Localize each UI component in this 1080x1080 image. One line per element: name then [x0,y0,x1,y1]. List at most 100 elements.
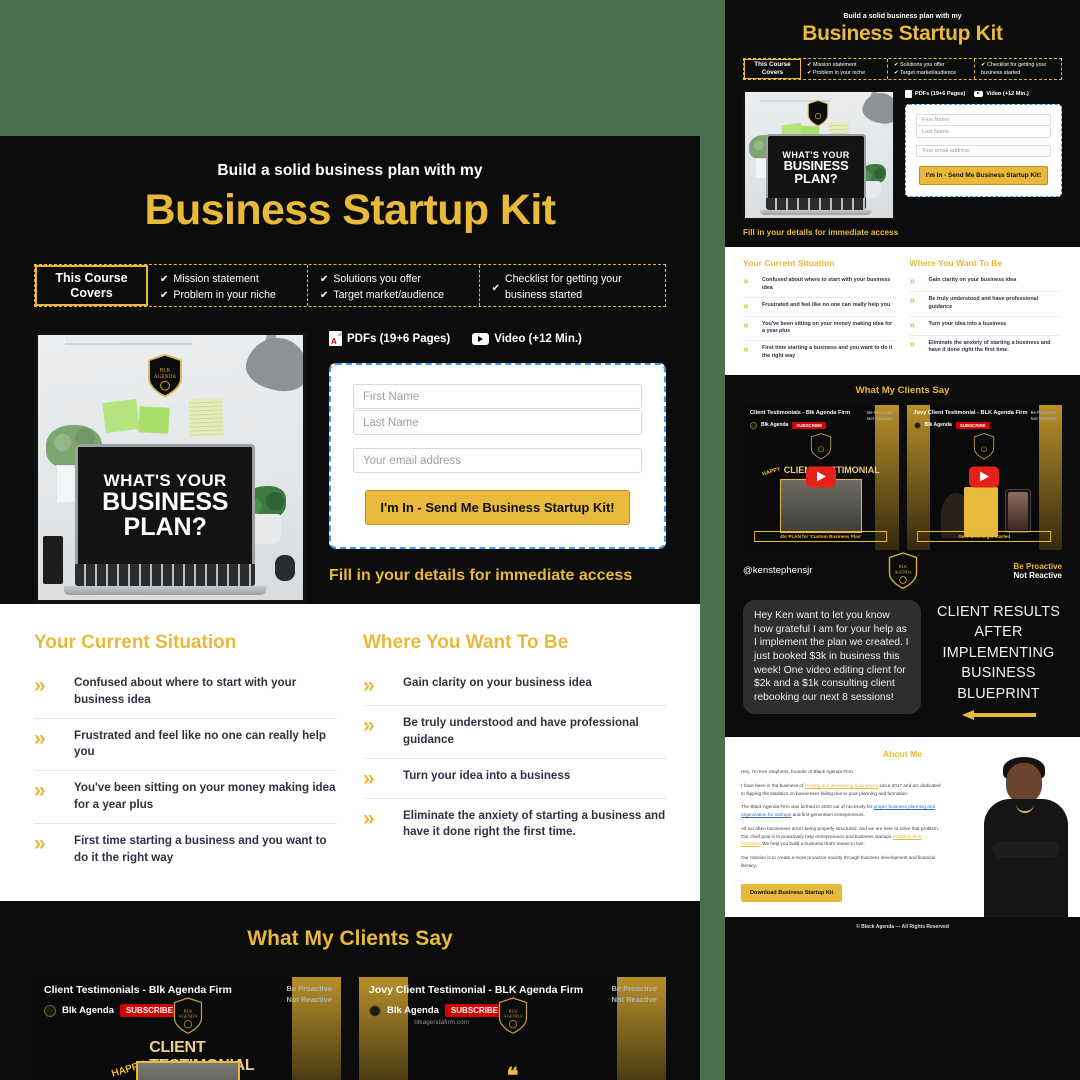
sm-covers-item: ✔ Mission statement [807,61,857,68]
social-row: @kenstephensjr BLK AGENDA Be Proactive N… [725,550,1080,590]
first-name-input[interactable] [353,384,642,409]
poster-canvas: Build a solid business plan with my Busi… [0,0,1080,1080]
video-badge: Video (+12 Min.) [472,332,582,345]
sm-signup-column: PDFs (19+6 Pages) Video (+12 Min.) First… [905,90,1062,220]
covers-label-line1: This Course [55,270,128,285]
sm-covers-label-line2: Covers [761,69,784,76]
sm-last-name-input[interactable]: Last Name [916,126,1051,138]
landing-page-large-preview: Build a solid business plan with my Busi… [0,136,700,1080]
laptop-keyboard [75,563,256,586]
about-p2-link[interactable]: forming and developing businesses [805,783,879,788]
sm-pdf-badge: PDFs (19+6 Pages) [905,90,965,98]
chevron-double-right-icon: » [34,779,46,803]
covers-item: business started [505,289,583,301]
list-item-text: Gain clarity on your business idea [928,277,1017,283]
sm-video-badge-label: Video (+12 Min.) [986,91,1029,97]
list-item: » Eliminate the anxiety of starting a bus… [910,336,1063,360]
video-motto: Be Proactive Not Reactive [287,984,332,1004]
subscribe-button[interactable]: SUBSCRIBE [119,1004,180,1018]
list-item-text: Frustrated and feel like no one can real… [762,301,891,308]
about-paragraph-4: All too often businesses aren't being pr… [741,825,941,848]
list-item-text: Gain clarity on your business idea [403,676,592,689]
covers-column-2: ✔ Solutions you offer ✔ Target market/audi… [308,265,480,306]
sm-covers-column-1: ✔ Mission statement ✔ Problem in your ni… [801,59,888,79]
channel-name: Blk Agenda [761,422,789,429]
last-name-input[interactable] [353,410,642,435]
screen-line-3: PLAN? [123,512,207,541]
sm-covers-item: ✔ Target market/audience [894,70,957,76]
results-headline-block: CLIENT RESULTS AFTER IMPLEMENTING BUSINE… [935,600,1062,721]
email-input[interactable] [353,448,642,473]
list-item-text: Turn your idea into a business [928,320,1007,327]
sm-covers-item: ✔ Checklist for getting your [981,61,1047,68]
sm-email-input[interactable]: Your email address [916,145,1051,157]
sm-laptop-photo: WHAT'S YOUR BUSINESS PLAN? [743,90,895,220]
sm-submit-button[interactable]: I'm In - Send Me Business Startup Kit! [918,166,1049,185]
list-item: » Confused about where to start with your… [743,273,896,298]
list-item: » First time starting a business and you … [743,341,896,365]
motto-line-2: Not Reactive [1030,415,1056,421]
chevron-double-right-icon: » [743,276,749,287]
blk-agenda-shield-icon: BLK AGENDA [498,997,527,1035]
list-item-text: You've been sitting on your money making… [762,320,893,335]
testimonial-card-graphic [964,486,999,537]
check-icon: ✔ [491,282,501,294]
channel-name: Blk Agenda [924,422,952,429]
sm-pain-gain-section: Your Current Situation » Confused about w… [725,247,1080,375]
blk-agenda-shield-icon: BLK AGENDA [147,353,182,397]
list-item: » Gain clarity on your business idea [909,273,1062,292]
list-item: » Frustrated and feel like no one can rea… [743,298,896,317]
sm-testimonial-video-1[interactable]: Client Testimonials - Blk Agenda Firm Bl… [743,404,899,550]
play-button-icon[interactable] [969,466,1000,488]
about-paragraph-1: Hey, I'm Ken Stephens, founder of Black … [741,769,855,775]
submit-button[interactable]: I'm In - Send Me Business Startup Kit! [365,490,630,525]
video-channel: Blk Agenda SUBSCRIBE [913,421,990,429]
download-kit-button[interactable]: Download Business Startup Kit [741,883,843,902]
covers-label: This Course Covers [35,265,148,306]
svg-text:BLK: BLK [159,367,170,373]
wall-shelf [64,337,192,345]
social-handle[interactable]: @kenstephensjr [743,565,812,576]
subscribe-button[interactable]: SUBSCRIBE [792,421,827,429]
video-title: Client Testimonials - Blk Agenda Firm [750,409,851,416]
list-item: » You've been sitting on your money makin… [34,771,337,824]
sm-covers-column-3: ✔ Checklist for getting your business st… [975,59,1061,79]
motto-line-1: Be Proactive [611,984,657,994]
sm-testimonial-video-2[interactable]: Jovy Client Testimonial - BLK Agenda Fir… [906,404,1062,550]
svg-text:AGENDA: AGENDA [894,569,911,574]
hero-section: Build a solid business plan with my Busi… [0,136,700,235]
laptop-photo: BLK AGENDA WHAT'S YOUR BUSINESS PLAN? [34,331,307,604]
check-icon: ✔ [160,290,169,301]
sm-current-situation-column: Your Current Situation » Confused about w… [743,258,896,365]
sm-screen-line-3: PLAN? [794,171,838,187]
subscribe-button[interactable]: SUBSCRIBE [444,1004,505,1018]
testimonial-video-2[interactable]: Jovy Client Testimonial - BLK Agenda Fir… [359,977,666,1080]
check-icon: ✔ [319,290,329,301]
sm-current-situation-heading: Your Current Situation [743,258,835,268]
pdf-badge-label: PDFs (19+6 Pages) [347,332,451,345]
sm-form-caption: Fill in your details for immediate acces… [743,228,899,237]
client-results-section: Hey Ken want to let you know how gratefu… [725,590,1080,737]
covers-item: Problem in your niche [173,289,276,301]
format-badges: PDFs (19+6 Pages) Video (+12 Min.) [329,331,666,346]
sm-goal-column: Where You Want To Be » Gain clarity on yo… [909,258,1063,365]
sm-testimonial-video-row: Client Testimonials - Blk Agenda Firm Bl… [743,404,1062,550]
play-button-icon[interactable] [805,466,836,488]
sms-testimonial-bubble: Hey Ken want to let you know how gratefu… [743,599,921,714]
subscribe-button[interactable]: SUBSCRIBE [955,421,990,429]
chevron-double-right-icon: » [34,831,46,855]
motto-line-1: Be Proactive [286,984,332,994]
footer: © Black Agenda — All Rights Reserved [725,917,1080,938]
check-icon: ✔ [160,274,169,286]
channel-name: Blk Agenda [387,1005,439,1017]
list-item-text: First time starting a business and you w… [74,833,327,864]
video-title: Jovy Client Testimonial - BLK Agenda Fir… [913,409,1028,416]
sm-covers-column-2: ✔ Solutions you offer ✔ Target market/au… [888,59,975,79]
sm-page-title: Business Startup Kit [802,22,1003,45]
landing-page-small-preview: Build a solid business plan with my Busi… [725,0,1080,1080]
video-bottom-bar: Get PLAN to get started [917,530,1052,542]
about-section: About Me Hey, I'm Ken Stephens, founder … [725,737,1080,918]
sm-first-name-input[interactable]: First Name [916,114,1051,126]
testimonial-video-1[interactable]: Client Testimonials - Blk Agenda Firm Bl… [34,977,341,1080]
sm-covers-item: business started [981,70,1021,76]
